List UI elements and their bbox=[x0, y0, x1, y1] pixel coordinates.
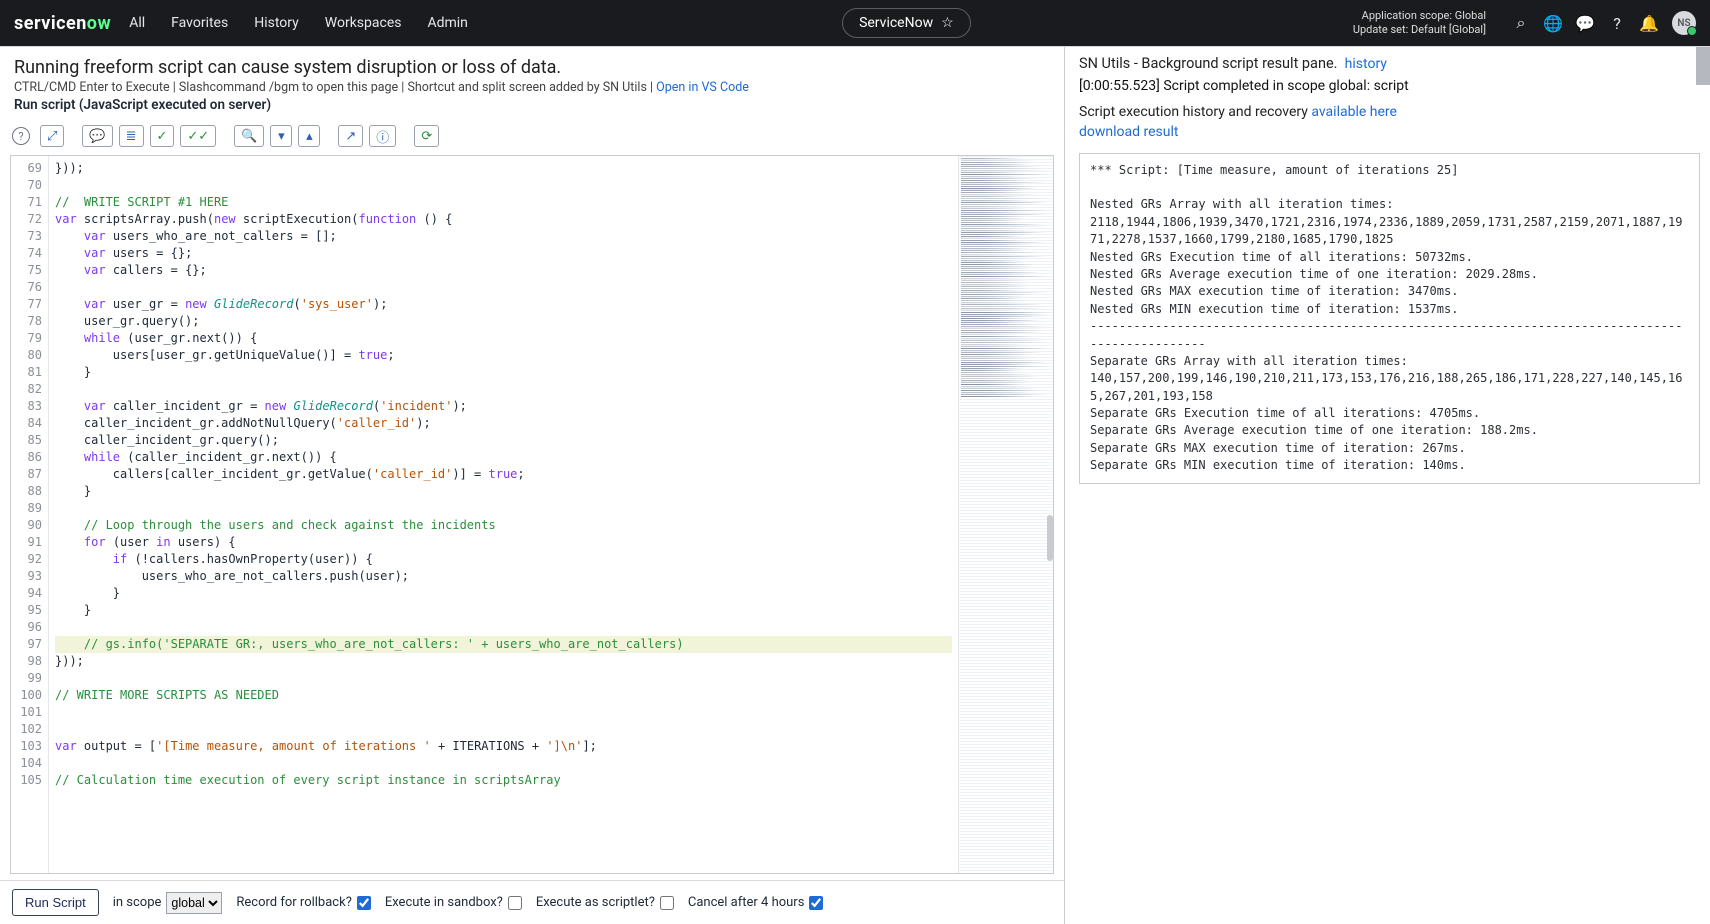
cancel-label[interactable]: Cancel after 4 hours bbox=[688, 895, 824, 910]
left-header: Running freeform script can cause system… bbox=[0, 47, 1064, 119]
refresh-icon[interactable]: ⟳ bbox=[414, 125, 439, 147]
open-vscode-link[interactable]: Open in VS Code bbox=[656, 80, 749, 95]
top-icons: ⌕ 🌐 💬 ? 🔔 NS bbox=[1512, 11, 1696, 35]
editor-toolbar: ? ⤢ 💬 ≣ ✓ ✓✓ 🔍 ▾ ▴ ↗ ⓘ ⟳ bbox=[0, 119, 1064, 155]
format-icon[interactable]: ≣ bbox=[119, 125, 144, 147]
result-header: SN Utils - Background script result pane… bbox=[1079, 55, 1700, 72]
logo-text-left: servicen bbox=[14, 13, 87, 34]
nav-admin[interactable]: Admin bbox=[427, 15, 467, 31]
scriptlet-checkbox[interactable] bbox=[660, 896, 674, 910]
scriptlet-text: Execute as scriptlet? bbox=[536, 895, 655, 910]
chevron-up-icon[interactable]: ▴ bbox=[298, 125, 320, 147]
bell-icon[interactable]: 🔔 bbox=[1640, 14, 1658, 32]
rollback-text: Record for rollback? bbox=[236, 895, 351, 910]
footer-bar: Run Script in scope global Record for ro… bbox=[0, 880, 1064, 924]
scriptlet-label[interactable]: Execute as scriptlet? bbox=[536, 895, 674, 910]
search-icon[interactable]: ⌕ bbox=[1512, 14, 1530, 32]
scope-label-text: in scope bbox=[113, 895, 162, 910]
avatar[interactable]: NS bbox=[1672, 11, 1696, 35]
nav-history[interactable]: History bbox=[254, 15, 299, 31]
chevron-down-icon[interactable]: ▾ bbox=[270, 125, 292, 147]
pill-label: ServiceNow bbox=[859, 15, 933, 31]
line-gutter: 6970717273747576777879808182838485868788… bbox=[11, 156, 49, 873]
syntax-check-icon[interactable]: ✓ bbox=[150, 125, 175, 147]
subinfo-c: Shortcut and split screen added by SN Ut… bbox=[407, 80, 646, 95]
rollback-checkbox[interactable] bbox=[357, 896, 371, 910]
scope-select[interactable]: global bbox=[166, 892, 222, 914]
warning-text: Running freeform script can cause system… bbox=[14, 57, 1050, 78]
resize-handle[interactable] bbox=[1047, 515, 1053, 561]
recovery-link[interactable]: available here bbox=[1311, 104, 1397, 120]
result-pane: SN Utils - Background script result pane… bbox=[1065, 47, 1710, 924]
recovery-block: Script execution history and recovery av… bbox=[1079, 102, 1700, 143]
sandbox-label[interactable]: Execute in sandbox? bbox=[385, 895, 522, 910]
chat-icon[interactable]: 💬 bbox=[1576, 14, 1594, 32]
download-link[interactable]: download result bbox=[1079, 124, 1178, 140]
cancel-text: Cancel after 4 hours bbox=[688, 895, 805, 910]
left-pane: Running freeform script can cause system… bbox=[0, 47, 1065, 924]
history-link[interactable]: history bbox=[1345, 56, 1387, 72]
subinfo: CTRL/CMD Enter to Execute | Slashcommand… bbox=[14, 80, 1050, 95]
scope-label: in scope global bbox=[113, 892, 223, 914]
code-area[interactable]: })); // WRITE SCRIPT #1 HEREvar scriptsA… bbox=[49, 156, 958, 873]
star-icon: ☆ bbox=[941, 15, 954, 31]
run-script-title: Run script (JavaScript executed on serve… bbox=[14, 97, 1050, 113]
cancel-checkbox[interactable] bbox=[809, 896, 823, 910]
context-help-icon[interactable]: ? bbox=[12, 127, 30, 145]
subinfo-b: Slashcommand /bgm to open this page bbox=[179, 80, 398, 95]
code-editor[interactable]: 6970717273747576777879808182838485868788… bbox=[10, 155, 1054, 874]
nav-links: All Favorites History Workspaces Admin bbox=[129, 15, 468, 31]
scope-block: Application scope: Global Update set: De… bbox=[1353, 9, 1486, 37]
scrollbar[interactable] bbox=[1696, 47, 1710, 85]
rollback-label[interactable]: Record for rollback? bbox=[236, 895, 370, 910]
sandbox-checkbox[interactable] bbox=[508, 896, 522, 910]
popout-icon[interactable]: ↗ bbox=[338, 125, 363, 147]
top-nav: servicenow All Favorites History Workspa… bbox=[0, 0, 1710, 46]
nav-all[interactable]: All bbox=[129, 15, 145, 31]
nav-favorites[interactable]: Favorites bbox=[171, 15, 228, 31]
info-icon[interactable]: ⓘ bbox=[369, 125, 396, 147]
toggle-full-icon[interactable]: ⤢ bbox=[40, 125, 64, 147]
logo-text-right: ow bbox=[87, 13, 111, 34]
result-status: [0:00:55.523] Script completed in scope … bbox=[1079, 78, 1700, 94]
result-title: SN Utils - Background script result pane… bbox=[1079, 55, 1337, 72]
nav-workspaces[interactable]: Workspaces bbox=[325, 15, 402, 31]
syntax-check2-icon[interactable]: ✓✓ bbox=[180, 125, 216, 147]
run-script-button[interactable]: Run Script bbox=[12, 889, 99, 916]
comment-icon[interactable]: 💬 bbox=[82, 125, 112, 147]
main-split: Running freeform script can cause system… bbox=[0, 46, 1710, 924]
logo: servicenow bbox=[14, 13, 111, 34]
minimap[interactable] bbox=[958, 156, 1053, 873]
recovery-text: Script execution history and recovery bbox=[1079, 104, 1311, 120]
help-icon[interactable]: ? bbox=[1608, 14, 1626, 32]
globe-icon[interactable]: 🌐 bbox=[1544, 14, 1562, 32]
servicenow-pill[interactable]: ServiceNow ☆ bbox=[842, 8, 971, 38]
console-output: *** Script: [Time measure, amount of ite… bbox=[1079, 153, 1700, 484]
sandbox-text: Execute in sandbox? bbox=[385, 895, 503, 910]
search-code-icon[interactable]: 🔍 bbox=[234, 125, 264, 147]
scope-line2: Update set: Default [Global] bbox=[1353, 23, 1486, 37]
scope-line1: Application scope: Global bbox=[1353, 9, 1486, 23]
subinfo-a: CTRL/CMD Enter to Execute bbox=[14, 80, 170, 95]
